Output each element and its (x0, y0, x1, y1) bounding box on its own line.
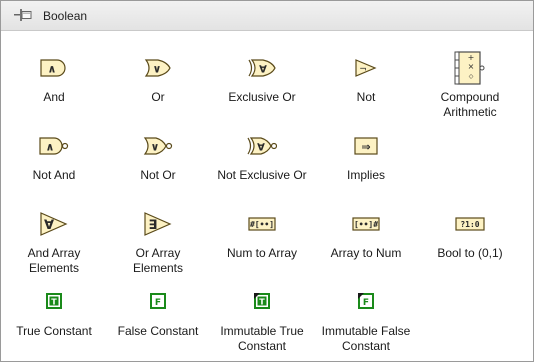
true-letter: T (51, 298, 57, 307)
compound-arithmetic-icon: + × ◇ (454, 51, 485, 85)
or-array-elements-icon: ∃ (144, 212, 172, 236)
function-label: Not Or (140, 168, 176, 182)
function-label: And (43, 90, 65, 104)
immutable-true-constant-icon: T (254, 293, 270, 309)
svg-text:T: T (259, 298, 265, 307)
xor-glyph: ∀ (259, 65, 267, 76)
function-label: Or Array Elements (132, 246, 184, 275)
function-label: Immutable False Constant (321, 324, 411, 353)
function-label: Bool to (0,1) (437, 246, 503, 260)
nor-gate-icon: ∨ (143, 137, 173, 155)
function-label: Implies (346, 168, 385, 182)
function-label: Array to Num (330, 246, 402, 260)
true-constant-icon: T (46, 293, 62, 309)
svg-text:+: + (468, 53, 475, 62)
immutable-false-constant-icon: F (358, 293, 374, 309)
svg-text:F: F (363, 298, 369, 308)
function-label: False Constant (117, 324, 199, 338)
false-letter: F (155, 298, 161, 308)
svg-text:◇: ◇ (469, 73, 474, 80)
boolean-palette: Boolean ∧ And ∨ Or ∀ Exclusive Or ¬ Not (0, 0, 534, 362)
function-label: Immutable True Constant (220, 324, 304, 353)
not-glyph: ¬ (359, 65, 367, 75)
not-gate-icon: ¬ (355, 59, 377, 77)
function-label: Exclusive Or (228, 90, 296, 104)
and-array-elements-icon: ∀ (40, 212, 68, 236)
or-gate-icon: ∨ (144, 59, 171, 77)
and-glyph: ∧ (48, 63, 57, 76)
false-constant-icon: F (150, 293, 166, 309)
svg-text:∃: ∃ (149, 218, 158, 233)
or-glyph: ∨ (153, 63, 162, 76)
nand-gate-icon: ∧ (39, 137, 69, 155)
implies-icon: ⇒ (354, 137, 378, 155)
function-label: True Constant (16, 324, 92, 338)
function-label: Not (356, 90, 376, 104)
function-label: Num to Array (226, 246, 298, 260)
svg-text:×: × (468, 62, 475, 71)
xor-gate-icon: ∀ (248, 59, 276, 77)
function-label: Not Exclusive Or (217, 168, 307, 182)
bool-to-01-glyph: ?1:0 (460, 220, 479, 229)
function-label: And Array Elements (27, 246, 81, 275)
function-label: Or (151, 90, 165, 104)
palette-title-bar: Boolean (1, 1, 533, 31)
nand-glyph: ∧ (46, 141, 55, 154)
pin-icon[interactable] (14, 8, 34, 25)
array-to-num-glyph: [••]# (354, 220, 378, 229)
num-to-array-icon: #[••] (248, 217, 276, 231)
implies-glyph: ⇒ (361, 141, 370, 154)
and-gate-icon: ∧ (40, 59, 66, 77)
xnor-gate-icon: ∀ (247, 137, 277, 155)
nor-glyph: ∨ (151, 141, 160, 154)
bool-to-01-icon: ?1:0 (455, 217, 485, 231)
function-label: Compound Arithmetic (440, 90, 500, 119)
function-label: Not And (32, 168, 76, 182)
array-to-num-icon: [••]# (352, 217, 380, 231)
palette-title: Boolean (43, 9, 88, 23)
num-to-array-glyph: #[••] (250, 220, 274, 229)
svg-text:∀: ∀ (44, 218, 54, 233)
xnor-glyph: ∀ (257, 143, 265, 154)
